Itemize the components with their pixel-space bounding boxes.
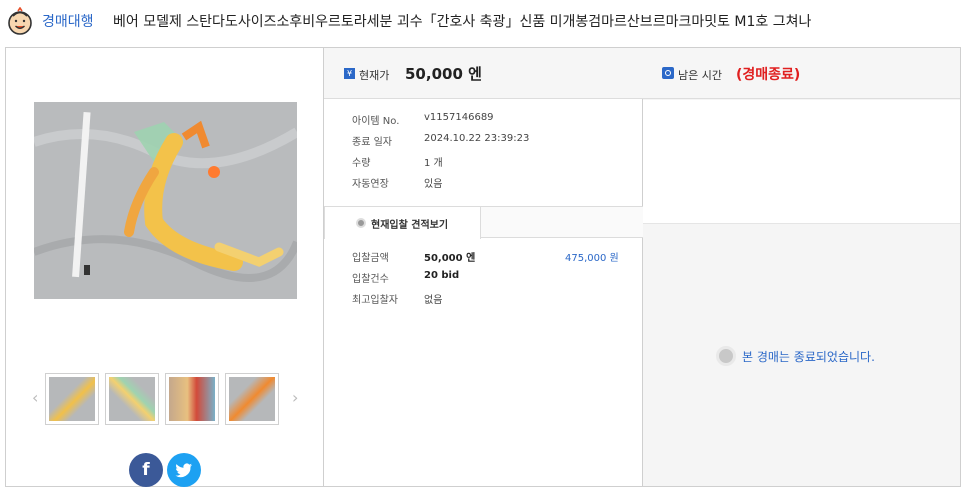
bid-tab-bar: 현재입찰 견적보기 xyxy=(324,206,643,239)
current-price-value: 50,000 엔 xyxy=(405,65,482,83)
thumbnail-2[interactable] xyxy=(105,373,159,425)
main-product-photo[interactable] xyxy=(34,102,297,299)
gallery-column: ‹ › f xyxy=(6,48,324,487)
auction-status: (경매종료) xyxy=(736,67,801,83)
time-detail-area xyxy=(643,100,960,224)
twitter-bird-icon xyxy=(175,463,192,478)
tab-label: 현재입찰 견적보기 xyxy=(371,220,449,231)
auction-panel: ‹ › f ¥ 현재가 50,000 엔 아이템 No. v1157146689… xyxy=(5,47,961,487)
thumbnail-3[interactable] xyxy=(165,373,219,425)
thumbnail-4[interactable] xyxy=(225,373,279,425)
yen-icon: ¥ xyxy=(344,68,355,79)
thumbnail-strip xyxy=(29,373,301,429)
info-label: 자동연장 xyxy=(352,179,389,190)
item-number-value: v1157146689 xyxy=(424,112,494,123)
price-column: ¥ 현재가 50,000 엔 아이템 No. v1157146689 종료 일자… xyxy=(324,48,643,486)
facebook-icon: f xyxy=(142,460,150,480)
bid-count-label: 입찰건수 xyxy=(352,274,389,285)
item-title: 베어 모델제 스탄다도사이즈소후비우르토라세분 괴수「간호사 축광」신품 미개봉… xyxy=(113,14,812,30)
facebook-share-button[interactable]: f xyxy=(129,453,163,487)
info-label: 아이템 No. xyxy=(352,116,400,127)
thumbnail-1[interactable] xyxy=(45,373,99,425)
top-bidder-label: 최고입찰자 xyxy=(352,295,398,306)
current-price-label: 현재가 xyxy=(359,69,390,82)
info-label: 종료 일자 xyxy=(352,137,392,148)
bid-amount-value: 50,000 엔 xyxy=(424,253,476,264)
time-header: 남은 시간 (경매종료) xyxy=(643,48,960,99)
quantity-value: 1 개 xyxy=(424,158,443,169)
ended-clock-icon xyxy=(716,346,736,366)
bid-count-value: 20 bid xyxy=(424,270,460,281)
remaining-time-label: 남은 시간 xyxy=(678,69,722,82)
next-image-arrow-icon[interactable]: › xyxy=(292,388,298,407)
end-date-value: 2024.10.22 23:39:23 xyxy=(424,133,530,144)
info-label: 수량 xyxy=(352,158,371,169)
page-header: 경매대행 베어 모델제 스탄다도사이즈소후비우르토라세분 괴수「간호사 축광」신… xyxy=(0,0,966,42)
smiling-face-logo-icon[interactable] xyxy=(6,7,34,35)
auction-ended-message: 본 경매는 종료되었습니다. xyxy=(742,350,875,364)
clock-icon xyxy=(662,67,674,79)
proxy-bid-link[interactable]: 경매대행 xyxy=(42,11,94,31)
twitter-share-button[interactable] xyxy=(167,453,201,487)
time-column: 남은 시간 (경매종료) 본 경매는 종료되었습니다. xyxy=(643,48,960,486)
tab-current-bid-estimate[interactable]: 현재입찰 견적보기 xyxy=(324,206,481,239)
price-header: ¥ 현재가 50,000 엔 xyxy=(324,48,643,99)
tab-dot-icon xyxy=(356,218,366,228)
auto-extend-value: 있음 xyxy=(424,179,443,190)
top-bidder-value: 없음 xyxy=(424,295,443,306)
bid-amount-label: 입찰금액 xyxy=(352,253,389,264)
bid-amount-won-value: 475,000 원 xyxy=(565,253,619,264)
